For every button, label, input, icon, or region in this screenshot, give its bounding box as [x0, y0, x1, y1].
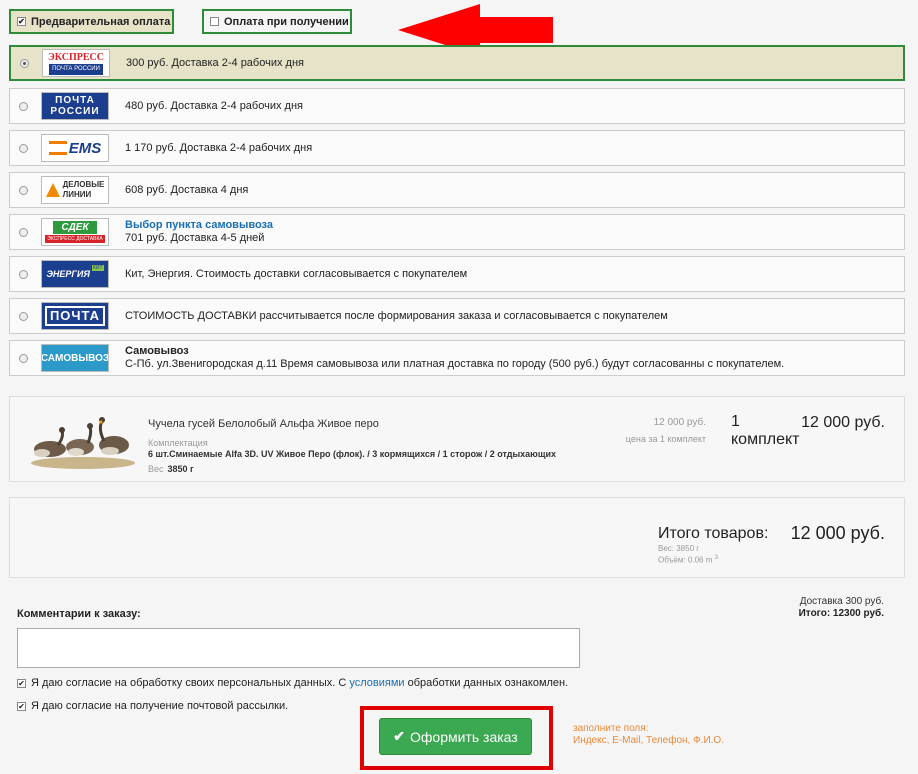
product-weight: Вес 3850 г	[148, 464, 194, 474]
shipping-radio[interactable]	[19, 353, 28, 363]
totals-label: Итого товаров:	[658, 525, 769, 542]
logo-pochta-rossii: ПОЧТА РОССИИ	[41, 92, 109, 120]
logo-cdek: СДЕК ЭКСПРЕСС ДОСТАВКА	[41, 218, 109, 246]
shipping-text-block: Выбор пункта самовывоза 701 руб. Доставк…	[125, 219, 273, 245]
logo-delovye-linii: ДЕЛОВЫЕ ЛИНИИ	[41, 176, 109, 204]
shipping-option-pochta[interactable]: ПОЧТА РОССИИ 480 руб. Доставка 2-4 рабоч…	[9, 88, 905, 124]
cod-checkbox[interactable]	[210, 17, 219, 26]
shipping-text: 480 руб. Доставка 2-4 рабочих дня	[125, 99, 303, 112]
delivery-cost: Доставка 300 руб.	[799, 596, 884, 607]
shipping-option-energia[interactable]: ЭНЕРГИЯ КИТ Кит, Энергия. Стоимость дост…	[9, 256, 905, 292]
submit-order-button[interactable]: ✔ Оформить заказ	[379, 718, 532, 755]
shipping-text: 701 руб. Доставка 4-5 дней	[125, 232, 265, 244]
logo-express-pochta: ЭКСПРЕСС ПОЧТА РОССИИ	[42, 49, 110, 77]
prepay-label: Предварительная оплата	[31, 15, 171, 28]
shipping-text: 608 руб. Доставка 4 дня	[125, 183, 249, 196]
shipping-option-cdek[interactable]: СДЕК ЭКСПРЕСС ДОСТАВКА Выбор пункта само…	[9, 214, 905, 250]
required-fields-hint: заполните поля: Индекс, E-Mail, Телефон, …	[573, 723, 724, 746]
shipping-text-block: Самовывоз С-Пб. ул.Звенигородская д.11 В…	[125, 345, 784, 371]
terms-link[interactable]: условиями	[349, 677, 404, 689]
logo-pochta: ПОЧТА	[41, 302, 109, 330]
shipping-radio[interactable]	[19, 143, 28, 153]
shipping-text: СТОИМОСТЬ ДОСТАВКИ рассчитывается после …	[125, 309, 668, 322]
shipping-option-ems[interactable]: EMS 1 170 руб. Доставка 2-4 рабочих дня	[9, 130, 905, 166]
samovyvoz-title: Самовывоз	[125, 345, 189, 357]
totals-volume: Объём: 0.06 m 3	[658, 555, 718, 565]
shipping-radio[interactable]	[19, 227, 28, 237]
shipping-radio[interactable]	[20, 58, 29, 68]
prepay-option[interactable]: ✔ Предварительная оплата	[9, 9, 174, 34]
unit-price: 12 000 руб.	[653, 417, 706, 428]
logo-energia: ЭНЕРГИЯ КИТ	[41, 260, 109, 288]
totals-weight: Вес: 3850 г	[658, 544, 700, 553]
mailing-checkbox[interactable]: ✔	[17, 701, 26, 711]
cod-label: Оплата при получении	[224, 15, 349, 28]
product-name[interactable]: Чучела гусей Белолобый Альфа Живое перо	[148, 418, 379, 430]
shipping-option-pochta-post[interactable]: ПОЧТА СТОИМОСТЬ ДОСТАВКИ рассчитывается …	[9, 298, 905, 334]
shipping-option-samovyvoz[interactable]: САМОВЫВОЗ Самовывоз С-Пб. ул.Звенигородс…	[9, 340, 905, 376]
prepay-checkbox[interactable]: ✔	[17, 17, 26, 26]
mailing-consent[interactable]: ✔ Я даю согласие на получение почтовой р…	[17, 700, 288, 712]
comments-textarea[interactable]	[17, 628, 580, 668]
shipping-radio[interactable]	[19, 269, 28, 279]
check-icon: ✔	[393, 728, 405, 744]
cod-option[interactable]: Оплата при получении	[202, 9, 352, 34]
mailing-text: Я даю согласие на получение почтовой рас…	[31, 700, 289, 712]
grand-total: Итого: 12300 руб.	[798, 608, 884, 619]
shipping-text: С-Пб. ул.Звенигородская д.11 Время самов…	[125, 358, 785, 370]
komplektaciya-label: Комплектация	[148, 438, 208, 448]
shipping-text: 1 170 руб. Доставка 2-4 рабочих дня	[125, 141, 313, 154]
shipping-radio[interactable]	[19, 185, 28, 195]
unit-price-label: цена за 1 комплект	[625, 434, 706, 444]
shipping-text: Кит, Энергия. Стоимость доставки согласо…	[125, 267, 468, 280]
shipping-text: 300 руб. Доставка 2-4 рабочих дня	[126, 56, 304, 69]
product-image	[31, 417, 135, 469]
comments-label: Комментарии к заказу:	[17, 608, 141, 620]
shipping-option-express[interactable]: ЭКСПРЕСС ПОЧТА РОССИИ 300 руб. Доставка …	[9, 45, 905, 81]
personal-data-checkbox[interactable]: ✔	[17, 678, 26, 688]
logo-ems: EMS	[41, 134, 109, 162]
shipping-radio[interactable]	[19, 311, 28, 321]
consent-text: Я даю согласие на обработку своих персон…	[31, 677, 569, 689]
shipping-option-delovye[interactable]: ДЕЛОВЫЕ ЛИНИИ 608 руб. Доставка 4 дня	[9, 172, 905, 208]
pickup-point-link[interactable]: Выбор пункта самовывоза	[125, 219, 273, 232]
logo-samovyvoz: САМОВЫВОЗ	[41, 344, 109, 372]
submit-label: Оформить заказ	[410, 728, 518, 745]
personal-data-consent[interactable]: ✔ Я даю согласие на обработку своих перс…	[17, 677, 568, 689]
line-total: 12 000 руб.	[801, 414, 885, 431]
cart-totals: Итого товаров: 12 000 руб. Вес: 3850 г О…	[9, 497, 905, 578]
totals-value: 12 000 руб.	[790, 523, 885, 543]
shipping-radio[interactable]	[19, 101, 28, 111]
cart-item: Чучела гусей Белолобый Альфа Живое перо …	[9, 396, 905, 482]
komplektaciya-value: 6 шт.Сминаемые Alfa 3D. UV Живое Перо (ф…	[148, 449, 557, 459]
